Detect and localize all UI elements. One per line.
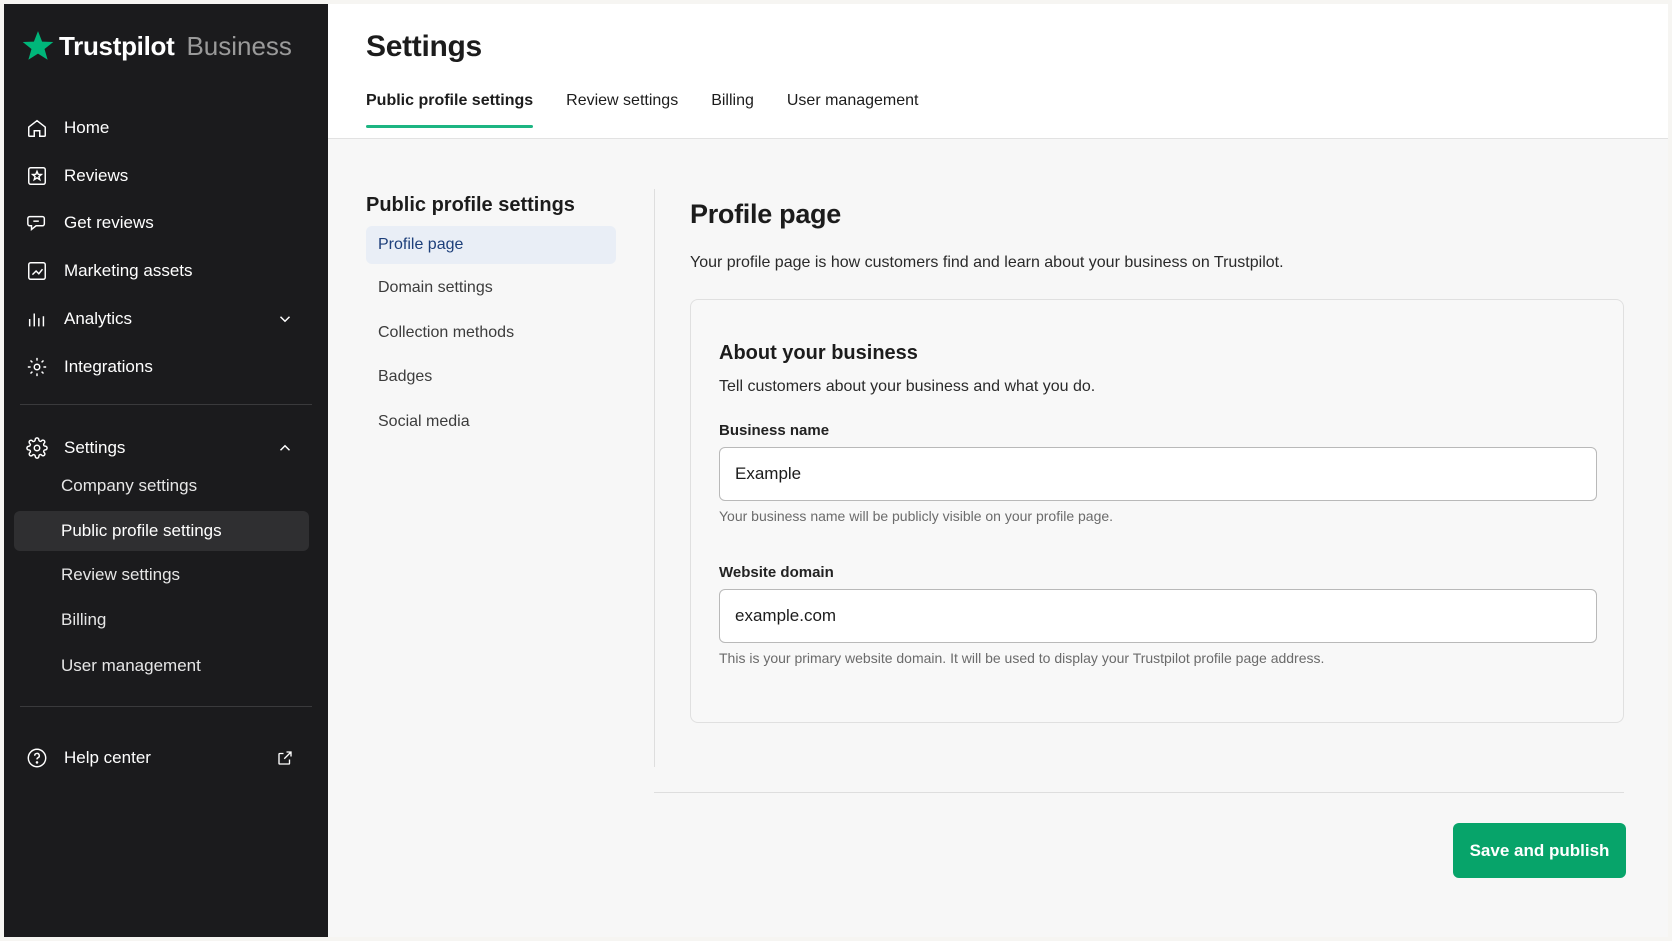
subnav-item-domain-settings[interactable]: Domain settings xyxy=(366,269,616,307)
sidebar-item-label: Settings xyxy=(64,438,126,457)
sidebar-item-label: Analytics xyxy=(64,309,133,328)
star-logo-icon xyxy=(22,31,54,60)
sidebar-item-analytics[interactable]: Analytics xyxy=(24,299,308,339)
trustpilot-logo[interactable]: Trustpilot Business xyxy=(21,26,292,66)
sidebar-subitem-billing[interactable]: Billing xyxy=(14,600,309,640)
card-description: Tell customers about your business and w… xyxy=(719,378,1096,395)
sidebar-item-get-reviews[interactable]: Get reviews xyxy=(24,203,308,243)
sidebar-item-settings[interactable]: Settings xyxy=(24,428,308,468)
sidebar-item-label: Marketing assets xyxy=(64,261,193,280)
external-link-icon xyxy=(278,751,292,765)
card-title: About your business xyxy=(719,342,918,364)
page-title: Settings xyxy=(366,30,482,63)
sidebar-item-home[interactable]: Home xyxy=(24,108,308,148)
business-name-help: Your business name will be publicly visi… xyxy=(719,508,1114,524)
section-divider xyxy=(654,189,655,767)
tab-user-management[interactable]: User management xyxy=(787,92,919,128)
sidebar-item-label: Integrations xyxy=(64,357,153,376)
analytics-icon xyxy=(24,306,50,332)
content-title: Profile page xyxy=(690,199,841,229)
main-content: Settings Public profile settings Review … xyxy=(328,4,1668,937)
sidebar-item-help-center[interactable]: Help center xyxy=(24,738,308,778)
sidebar-item-marketing-assets[interactable]: Marketing assets xyxy=(24,251,308,291)
tab-review-settings[interactable]: Review settings xyxy=(566,92,678,128)
home-icon xyxy=(24,115,50,141)
website-domain-input[interactable] xyxy=(719,589,1597,643)
help-icon xyxy=(24,745,50,771)
about-business-card: About your business Tell customers about… xyxy=(690,299,1624,723)
sidebar: Trustpilot Business Home Reviews Get rev… xyxy=(4,4,328,937)
business-name-input[interactable] xyxy=(719,447,1597,501)
brand-product: Business xyxy=(186,30,292,61)
chevron-down-icon[interactable] xyxy=(276,310,294,328)
content-description: Your profile page is how customers find … xyxy=(690,254,1284,271)
sidebar-item-reviews[interactable]: Reviews xyxy=(24,156,308,196)
tab-public-profile-settings[interactable]: Public profile settings xyxy=(366,92,534,128)
sidebar-item-label: Home xyxy=(64,118,110,137)
sidebar-item-integrations[interactable]: Integrations xyxy=(24,347,308,387)
reviews-icon xyxy=(24,163,50,189)
subnav-item-badges[interactable]: Badges xyxy=(366,358,616,396)
sidebar-item-label: Help center xyxy=(64,748,151,767)
get-reviews-icon xyxy=(24,210,50,236)
page-header: Settings Public profile settings Review … xyxy=(328,4,1668,139)
subnav-title: Public profile settings xyxy=(366,194,575,216)
sidebar-divider xyxy=(20,706,312,707)
gear-icon xyxy=(24,435,50,461)
sidebar-subitem-public-profile-settings[interactable]: Public profile settings xyxy=(14,511,309,551)
subnav-item-collection-methods[interactable]: Collection methods xyxy=(366,314,616,352)
sidebar-item-label: Get reviews xyxy=(64,213,154,232)
website-domain-help: This is your primary website domain. It … xyxy=(719,650,1325,666)
sidebar-subitem-review-settings[interactable]: Review settings xyxy=(14,555,309,595)
sidebar-divider xyxy=(20,404,312,405)
save-and-publish-button[interactable]: Save and publish xyxy=(1453,823,1626,878)
integrations-icon xyxy=(24,354,50,380)
marketing-assets-icon xyxy=(24,258,50,284)
app-window: Trustpilot Business Home Reviews Get rev… xyxy=(4,4,1668,937)
subnav-item-social-media[interactable]: Social media xyxy=(366,403,616,441)
website-domain-label: Website domain xyxy=(719,564,834,581)
sidebar-subitem-user-management[interactable]: User management xyxy=(14,646,309,686)
sidebar-subitem-company-settings[interactable]: Company settings xyxy=(14,466,309,506)
sidebar-item-label: Reviews xyxy=(64,166,129,185)
settings-tabs: Public profile settings Review settings … xyxy=(366,92,919,128)
business-name-label: Business name xyxy=(719,422,830,439)
footer-divider xyxy=(654,792,1624,793)
brand-name: Trustpilot xyxy=(59,30,175,61)
chevron-up-icon[interactable] xyxy=(276,439,294,457)
subnav-item-profile-page[interactable]: Profile page xyxy=(366,226,616,264)
tab-billing[interactable]: Billing xyxy=(711,92,754,128)
